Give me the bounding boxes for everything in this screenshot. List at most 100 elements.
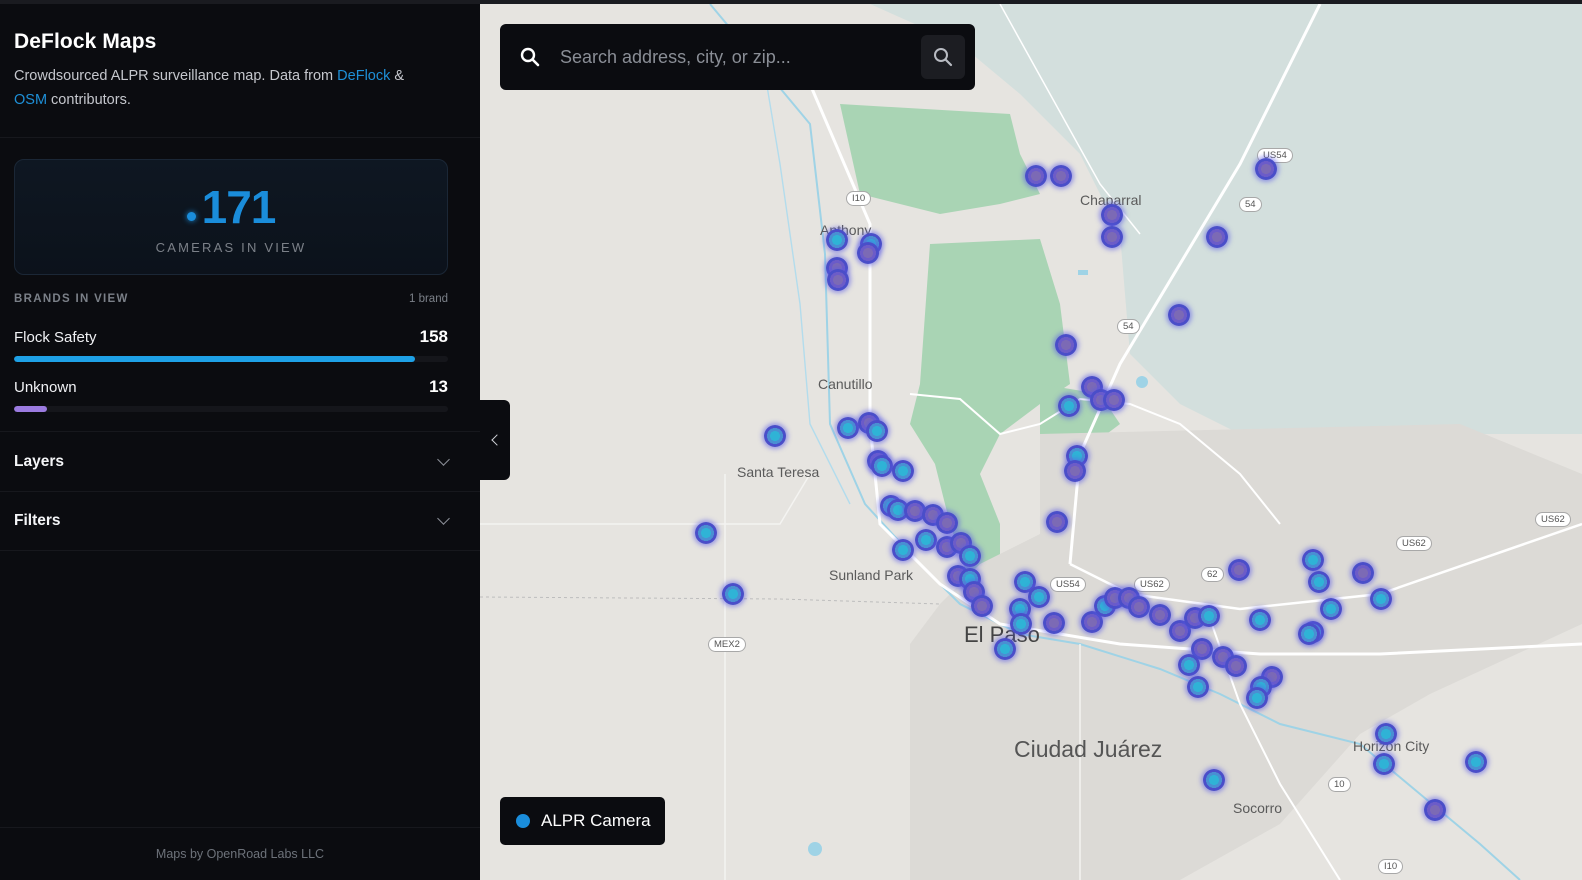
camera-marker[interactable] [826,229,848,251]
road-shield: 54 [1117,319,1140,334]
camera-marker[interactable] [1352,562,1374,584]
road-shield: US54 [1050,577,1086,592]
camera-marker[interactable] [1101,204,1123,226]
sidebar-footer: Maps by OpenRoad Labs LLC [0,827,480,880]
app-title: DeFlock Maps [14,30,157,53]
live-dot-icon [186,211,196,221]
brand-row-flock[interactable]: Flock Safety 158 [14,327,448,362]
camera-marker[interactable] [1025,165,1047,187]
camera-marker[interactable] [837,417,859,439]
cameras-in-view-card: 171 CAMERAS IN VIEW [14,159,448,275]
search-input[interactable] [558,45,921,69]
chevron-down-icon [437,452,450,466]
brand-bar-fill [14,356,416,362]
camera-count-label: CAMERAS IN VIEW [155,240,307,255]
road-shield: I10 [846,191,872,206]
brand-bar-track [14,356,448,362]
camera-marker[interactable] [1206,226,1228,248]
camera-marker[interactable] [1373,753,1395,775]
section-title: Layers [14,452,64,470]
camera-marker[interactable] [871,455,893,477]
camera-marker[interactable] [1010,613,1032,635]
camera-marker[interactable] [1246,687,1268,709]
camera-marker[interactable] [1168,304,1190,326]
search-icon [520,47,540,67]
place-label: Sunland Park [829,567,914,583]
camera-marker[interactable] [959,545,981,567]
camera-marker[interactable] [936,512,958,534]
place-label: Ciudad Juárez [1014,736,1163,762]
camera-marker[interactable] [1424,799,1446,821]
camera-marker[interactable] [1187,676,1209,698]
camera-marker[interactable] [1028,586,1050,608]
camera-marker[interactable] [1225,655,1247,677]
place-label: Santa Teresa [737,464,820,480]
camera-marker[interactable] [1465,751,1487,773]
camera-marker[interactable] [1203,769,1225,791]
brand-count: 13 [429,377,448,396]
camera-marker[interactable] [1320,598,1342,620]
camera-marker[interactable] [695,522,717,544]
camera-marker[interactable] [1101,226,1123,248]
camera-marker[interactable] [1298,623,1320,645]
camera-marker[interactable] [892,460,914,482]
brands-title: BRANDS IN VIEW [14,293,129,305]
osm-link[interactable]: OSM [14,92,47,108]
camera-marker[interactable] [1058,395,1080,417]
camera-marker[interactable] [915,529,937,551]
search-submit-button[interactable] [921,35,965,79]
camera-marker[interactable] [1370,588,1392,610]
place-label: Socorro [1233,800,1283,816]
camera-marker[interactable] [892,539,914,561]
camera-marker[interactable] [971,595,993,617]
chevron-down-icon [437,512,450,525]
camera-marker[interactable] [764,425,786,447]
brand-count: 158 [419,327,448,346]
road-shield: 62 [1201,567,1224,582]
camera-marker[interactable] [1178,654,1200,676]
map-canvas[interactable]: Chaparral Anthony Canutillo Santa Teresa… [480,4,1582,880]
place-label: Canutillo [818,376,873,392]
legend-label: ALPR Camera [541,811,651,830]
camera-marker[interactable] [1128,596,1150,618]
camera-marker[interactable] [1149,604,1171,626]
camera-marker[interactable] [1055,334,1077,356]
camera-marker[interactable] [1228,559,1250,581]
road-shield: I10 [1378,859,1404,874]
sidebar: DeFlock Maps Crowdsourced ALPR surveilla… [0,4,480,880]
camera-marker[interactable] [1302,549,1324,571]
camera-marker[interactable] [1375,723,1397,745]
camera-marker[interactable] [857,242,879,264]
deflock-link[interactable]: DeFlock [337,68,390,84]
brand-name: Unknown [14,379,77,396]
camera-marker[interactable] [1064,460,1086,482]
section-title: Filters [14,512,61,529]
search-icon [934,48,953,67]
brand-name: Flock Safety [14,329,97,346]
camera-marker[interactable] [1198,605,1220,627]
camera-marker[interactable] [1050,165,1072,187]
search-bar [500,24,975,90]
camera-marker[interactable] [722,583,744,605]
camera-marker[interactable] [994,638,1016,660]
camera-marker[interactable] [1308,571,1330,593]
camera-marker[interactable] [1255,158,1277,180]
collapse-sidebar-button[interactable] [480,400,510,480]
camera-legend-dot-icon [516,814,530,828]
filters-section-toggle[interactable]: Filters [0,491,480,551]
camera-marker[interactable] [1043,612,1065,634]
camera-marker[interactable] [866,420,888,442]
brand-bar-fill [14,406,47,412]
road-shield: US62 [1134,577,1170,592]
brands-header: BRANDS IN VIEW 1 brand [14,293,448,305]
camera-marker[interactable] [1249,609,1271,631]
brand-row-unknown[interactable]: Unknown 13 [14,377,448,412]
camera-marker[interactable] [1103,389,1125,411]
camera-marker[interactable] [1046,511,1068,533]
top-edge [0,0,1582,4]
brands-count: 1 brand [408,293,448,305]
camera-marker[interactable] [827,269,849,291]
road-shield: 54 [1239,197,1262,212]
camera-count: 171 [15,180,447,234]
layers-section-toggle[interactable]: Layers [0,431,480,491]
